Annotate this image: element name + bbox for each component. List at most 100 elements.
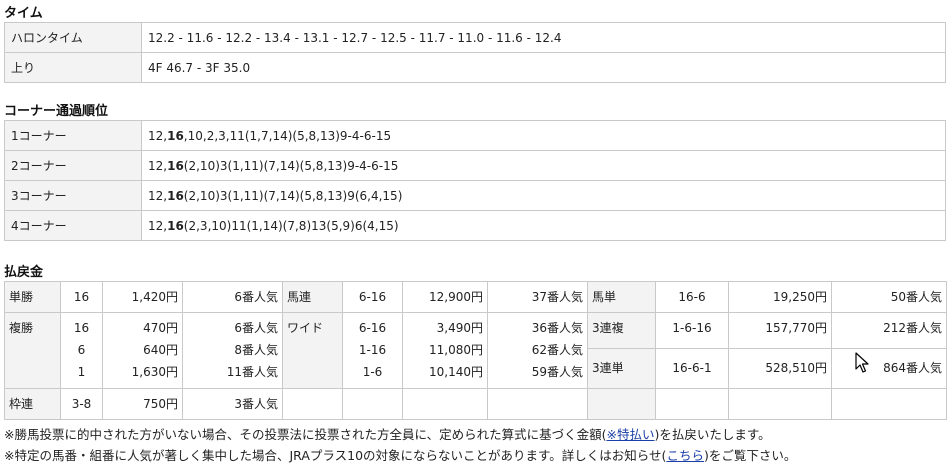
table-row: 単勝 16 1,420円 6番人気 馬連 6-16 12,900円 37番人気 … [4,281,947,313]
payout-number: 1-6 [362,365,383,379]
payout-popularity-cell: 36番人気 62番人気 59番人気 [487,312,588,389]
corner-order-post: (2,10)3(1,11)(7,14)(5,8,13)9(6,4,15) [183,188,403,203]
corner-row-value: 12,16(2,3,10)11(1,14)(7,8)13(5,9)6(4,15) [141,210,946,241]
payout-type-wakuren: 枠連 [4,388,61,420]
payout-popularity: 6番人気 [234,321,278,335]
payout-number: 6-16 [342,281,403,313]
corner-row-label: 2コーナー [4,150,142,181]
payout-type-umaren: 馬連 [282,281,343,313]
payout-number: 1 [77,365,86,379]
corner-order-highlight: 16 [167,128,184,143]
payout-amount: 750円 [102,388,183,420]
empty-cell [831,388,947,420]
note-text: ※勝馬投票に的中された方がいない場合、その投票法に投票された方全員に、定められた… [4,427,607,442]
payout-popularity: 36番人気 [531,321,583,335]
payout-popularity: 37番人気 [487,281,588,313]
payout-type-sanrenpuku: 3連複 [587,312,656,349]
payout-number: 6-16 [358,321,387,335]
payout-number: 1-6-16 [655,312,729,349]
empty-cell [728,388,832,420]
payout-amount-cell: 3,490円 11,080円 10,140円 [402,312,488,389]
table-row: ハロンタイム 12.2 - 11.6 - 12.2 - 13.4 - 13.1 … [4,22,946,53]
corner-order-pre: 12, [148,218,168,233]
corner-row-value: 12,16,10,2,3,11(1,7,14)(5,8,13)9-4-6-15 [141,120,946,151]
payout-table: 単勝 16 1,420円 6番人気 馬連 6-16 12,900円 37番人気 … [4,281,947,420]
table-row: 3コーナー 12,16(2,10)3(1,11)(7,14)(5,8,13)9(… [4,180,946,211]
time-table: ハロンタイム 12.2 - 11.6 - 12.2 - 13.4 - 13.1 … [4,22,946,83]
payout-popularity: 50番人気 [831,281,947,313]
corner-row-label: 4コーナー [4,210,142,241]
time-row-value: 12.2 - 11.6 - 12.2 - 13.4 - 13.1 - 12.7 … [141,22,946,53]
payout-type-sanrentan: 3連単 [587,348,656,389]
corner-row-label: 3コーナー [4,180,142,211]
note-line: ※勝馬投票に的中された方がいない場合、その投票法に投票された方全員に、定められた… [4,424,948,445]
payout-number: 1-16 [358,343,387,357]
corner-order-post: (2,3,10)11(1,14)(7,8)13(5,9)6(4,15) [183,218,399,233]
payout-number-cell: 6-16 1-16 1-6 [342,312,403,389]
payout-amount: 470円 [143,321,178,335]
table-row: 4コーナー 12,16(2,3,10)11(1,14)(7,8)13(5,9)6… [4,210,946,241]
corner-order-highlight: 16 [167,218,184,233]
corner-order-post: ,10,2,3,11(1,7,14)(5,8,13)9-4-6-15 [183,128,392,143]
payout-amount: 3,490円 [436,321,483,335]
table-row: 2コーナー 12,16(2,10)3(1,11)(7,14)(5,8,13)9-… [4,150,946,181]
payout-popularity: 6番人気 [182,281,283,313]
info-here-link[interactable]: こちら [666,448,704,463]
note-text: )を払戻いたします。 [654,427,771,442]
payout-type-umatan: 馬単 [587,281,656,313]
note-text: ※特定の馬番・組番に人気が著しく集中した場合、JRAプラス10の対象にならないこ… [4,448,667,463]
empty-cell [487,388,588,420]
corner-section-title: コーナー通過順位 [4,104,109,119]
payout-amount: 157,770円 [728,312,832,349]
payout-amount: 1,420円 [102,281,183,313]
payout-type-wide: ワイド [282,312,343,389]
corner-order-highlight: 16 [167,158,184,173]
corner-order-post: (2,10)3(1,11)(7,14)(5,8,13)9-4-6-15 [183,158,399,173]
payout-number: 16 [60,281,103,313]
table-row: 複勝 16 6 1 470円 640円 1,630円 6番人気 8番人気 11番… [4,312,947,389]
payout-number-cell: 16 6 1 [60,312,103,389]
corner-order-pre: 12, [148,128,168,143]
payout-amount: 528,510円 [728,348,832,389]
payout-number: 6 [77,343,86,357]
payout-amount: 11,080円 [429,343,483,357]
payout-notes: ※勝馬投票に的中された方がいない場合、その投票法に投票された方全員に、定められた… [4,424,948,466]
corner-order-highlight: 16 [167,188,184,203]
payout-popularity: 11番人気 [226,365,278,379]
payout-popularity: 62番人気 [531,343,583,357]
payout-popularity: 3番人気 [182,388,283,420]
payout-type-tansho: 単勝 [4,281,61,313]
payout-amount: 19,250円 [728,281,832,313]
table-row: 1コーナー 12,16,10,2,3,11(1,7,14)(5,8,13)9-4… [4,120,946,151]
empty-cell [282,388,343,420]
table-row: 上り 4F 46.7 - 3F 35.0 [4,52,946,83]
mouse-pointer-icon [855,352,869,373]
payout-type-fukusho: 複勝 [4,312,61,389]
table-row: 枠連 3-8 750円 3番人気 [4,388,947,420]
payout-number: 16-6-1 [655,348,729,389]
payout-popularity: 864番人気 [831,348,947,389]
corner-table: 1コーナー 12,16,10,2,3,11(1,7,14)(5,8,13)9-4… [4,120,946,241]
corner-row-value: 12,16(2,10)3(1,11)(7,14)(5,8,13)9(6,4,15… [141,180,946,211]
corner-order-pre: 12, [148,188,168,203]
corner-row-label: 1コーナー [4,120,142,151]
empty-cell [655,388,729,420]
tokubarai-link[interactable]: ※特払い [606,427,654,442]
payout-popularity-cell: 6番人気 8番人気 11番人気 [182,312,283,389]
payout-amount: 640円 [143,343,178,357]
payout-number: 3-8 [60,388,103,420]
time-row-label: 上り [4,52,142,83]
payout-amount: 12,900円 [402,281,488,313]
payout-number: 16-6 [655,281,729,313]
note-text: )をご覧下さい。 [703,448,797,463]
payout-number: 16 [73,321,90,335]
payout-amount: 10,140円 [429,365,483,379]
empty-cell [342,388,403,420]
time-row-value: 4F 46.7 - 3F 35.0 [141,52,946,83]
time-row-label: ハロンタイム [4,22,142,53]
corner-order-pre: 12, [148,158,168,173]
note-line: ※特定の馬番・組番に人気が著しく集中した場合、JRAプラス10の対象にならないこ… [4,445,948,466]
payout-section-title: 払戻金 [4,265,44,280]
time-section-title: タイム [4,6,43,21]
payout-amount-cell: 470円 640円 1,630円 [102,312,183,389]
